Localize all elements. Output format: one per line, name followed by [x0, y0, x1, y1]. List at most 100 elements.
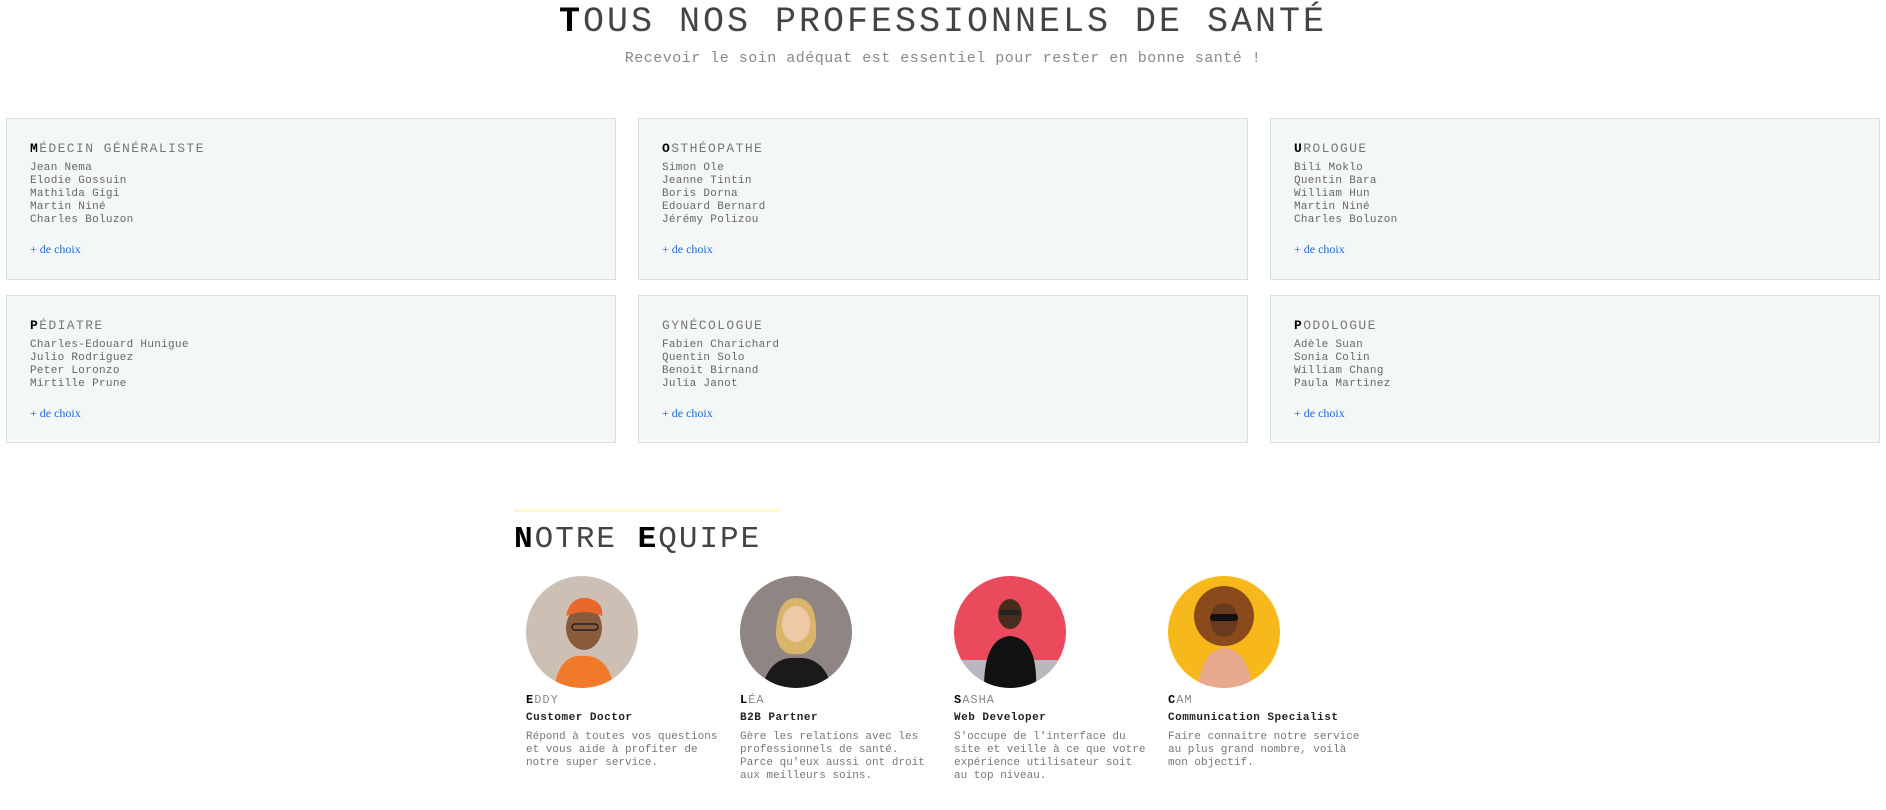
specialty-title-initial: O: [662, 141, 672, 156]
specialties-grid: MÉDECIN GÉNÉRALISTE Jean Nema Elodie Gos…: [6, 118, 1880, 443]
member-description: S'occupe de l'interface du site et veill…: [954, 731, 1146, 782]
member-name-text: ASHA: [962, 693, 996, 707]
page-title-initial: T: [558, 2, 583, 42]
practitioner-name: Elodie Gossuin: [30, 175, 127, 187]
more-choices-link[interactable]: + de choix: [30, 242, 81, 257]
page-title: TOUS NOS PROFESSIONNELS DE SANTÉ: [0, 2, 1886, 42]
specialty-title-initial: U: [1294, 141, 1304, 156]
specialty-title-text: STHÉOPATHE: [671, 141, 764, 156]
practitioner-name: Adèle Suan: [1294, 339, 1364, 351]
practitioner-name: Jeanne Tintin: [662, 175, 752, 187]
avatar: [954, 576, 1066, 688]
avatar: [740, 576, 852, 688]
specialty-title-text: ODOLOGUE: [1303, 318, 1377, 333]
specialty-title: UROLOGUE: [1294, 141, 1855, 157]
practitioner-name: Charles Boluzon: [30, 214, 134, 226]
member-name: LÉA: [740, 693, 954, 707]
avatar: [526, 576, 638, 688]
hero-section: TOUS NOS PROFESSIONNELS DE SANTÉ Recevoi…: [0, 0, 1886, 67]
team-member-card: SASHA Web Developer S'occupe de l'interf…: [954, 576, 1168, 783]
practitioner-name: Sonia Colin: [1294, 352, 1370, 364]
team-member-card: EDDY Customer Doctor Répond à toutes vos…: [526, 576, 740, 783]
page-title-text: OUS NOS PROFESSIONNELS DE SANTÉ: [582, 2, 1328, 42]
more-choices-link[interactable]: + de choix: [1294, 242, 1345, 257]
specialty-card-podologue: PODOLOGUE Adèle Suan Sonia Colin William…: [1270, 295, 1880, 443]
specialty-card-urologue: UROLOGUE Bili Moklo Quentin Bara William…: [1270, 118, 1880, 280]
team-title-rule: [514, 509, 780, 512]
specialty-title-text: ROLOGUE: [1303, 141, 1368, 156]
team-title-word: QUIPE: [658, 522, 762, 557]
specialty-title-initial: P: [30, 318, 40, 333]
specialty-title: PÉDIATRE: [30, 318, 591, 334]
team-title-initial: N: [514, 522, 535, 557]
member-name: SASHA: [954, 693, 1168, 707]
member-description: Gère les relations avec les professionne…: [740, 731, 925, 782]
practitioner-name: William Chang: [1294, 365, 1384, 377]
practitioner-name: Edouard Bernard: [662, 201, 766, 213]
member-name-initial: S: [954, 693, 963, 707]
specialty-title-text: YNÉCOLOGUE: [671, 318, 764, 333]
member-name: CAM: [1168, 693, 1382, 707]
practitioner-name: Fabien Charichard: [662, 339, 780, 351]
member-name-text: AM: [1176, 693, 1193, 707]
page-subtitle: Recevoir le soin adéquat est essentiel p…: [624, 50, 1262, 67]
specialty-title-text: ÉDECIN GÉNÉRALISTE: [39, 141, 205, 156]
member-name-initial: E: [526, 693, 535, 707]
specialty-card-osteopathe: OSTHÉOPATHE Simon Ole Jeanne Tintin Bori…: [638, 118, 1248, 280]
team-title-initial: E: [637, 522, 659, 557]
specialty-title: PODOLOGUE: [1294, 318, 1855, 334]
practitioner-name: Quentin Solo: [662, 352, 745, 364]
member-name-text: DDY: [534, 693, 559, 707]
team-members: EDDY Customer Doctor Répond à toutes vos…: [526, 576, 1382, 783]
team-title-word: OTRE: [534, 522, 618, 557]
practitioner-list: Charles-Edouard Hunigue Julio Rodriguez …: [30, 339, 591, 391]
practitioner-name: Mirtille Prune: [30, 378, 127, 390]
specialty-title: MÉDECIN GÉNÉRALISTE: [30, 141, 591, 157]
member-description: Répond à toutes vos questions et vous ai…: [526, 731, 718, 769]
practitioner-name: Charles Boluzon: [1294, 214, 1398, 226]
practitioner-name: William Hun: [1294, 188, 1370, 200]
practitioner-name: Julio Rodriguez: [30, 352, 134, 364]
practitioner-name: Bili Moklo: [1294, 162, 1364, 174]
more-choices-link[interactable]: + de choix: [662, 406, 713, 421]
practitioner-list: Adèle Suan Sonia Colin William Chang Pau…: [1294, 339, 1855, 391]
practitioner-name: Peter Loronzo: [30, 365, 120, 377]
specialty-card-generaliste: MÉDECIN GÉNÉRALISTE Jean Nema Elodie Gos…: [6, 118, 616, 280]
specialty-title: GYNÉCOLOGUE: [662, 318, 1223, 334]
team-section-header: NOTRE EQUIPE: [514, 509, 780, 558]
practitioner-list: Simon Ole Jeanne Tintin Boris Dorna Edou…: [662, 162, 1223, 227]
member-role: Web Developer: [954, 712, 1047, 724]
member-description: Faire connaitre notre service au plus gr…: [1168, 731, 1360, 769]
practitioner-name: Martin Niné: [1294, 201, 1370, 213]
more-choices-link[interactable]: + de choix: [30, 406, 81, 421]
specialty-title: OSTHÉOPATHE: [662, 141, 1223, 157]
specialty-card-gynecologue: GYNÉCOLOGUE Fabien Charichard Quentin So…: [638, 295, 1248, 443]
practitioner-name: Jean Nema: [30, 162, 93, 174]
practitioner-name: Benoit Birnand: [662, 365, 759, 377]
specialty-card-pediatre: PÉDIATRE Charles-Edouard Hunigue Julio R…: [6, 295, 616, 443]
practitioner-name: Quentin Bara: [1294, 175, 1377, 187]
avatar: [1168, 576, 1280, 688]
practitioner-name: Julia Janot: [662, 378, 738, 390]
member-role: Communication Specialist: [1168, 712, 1339, 724]
more-choices-link[interactable]: + de choix: [662, 242, 713, 257]
member-name-initial: L: [740, 693, 749, 707]
team-member-card: LÉA B2B Partner Gère les relations avec …: [740, 576, 954, 783]
practitioner-name: Charles-Edouard Hunigue: [30, 339, 189, 351]
team-member-card: CAM Communication Specialist Faire conna…: [1168, 576, 1382, 783]
practitioner-name: Mathilda Gigi: [30, 188, 120, 200]
member-name-text: ÉA: [748, 693, 765, 707]
practitioner-name: Martin Niné: [30, 201, 106, 213]
practitioner-name: Simon Ole: [662, 162, 725, 174]
member-role: Customer Doctor: [526, 712, 633, 724]
practitioner-list: Bili Moklo Quentin Bara William Hun Mart…: [1294, 162, 1855, 227]
practitioner-name: Boris Dorna: [662, 188, 738, 200]
member-name-initial: C: [1168, 693, 1177, 707]
specialty-title-initial: G: [662, 318, 672, 333]
practitioner-name: Paula Martinez: [1294, 378, 1391, 390]
team-title: NOTRE EQUIPE: [514, 522, 780, 558]
more-choices-link[interactable]: + de choix: [1294, 406, 1345, 421]
practitioner-list: Fabien Charichard Quentin Solo Benoit Bi…: [662, 339, 1223, 391]
specialty-title-text: ÉDIATRE: [39, 318, 104, 333]
member-role: B2B Partner: [740, 712, 819, 724]
